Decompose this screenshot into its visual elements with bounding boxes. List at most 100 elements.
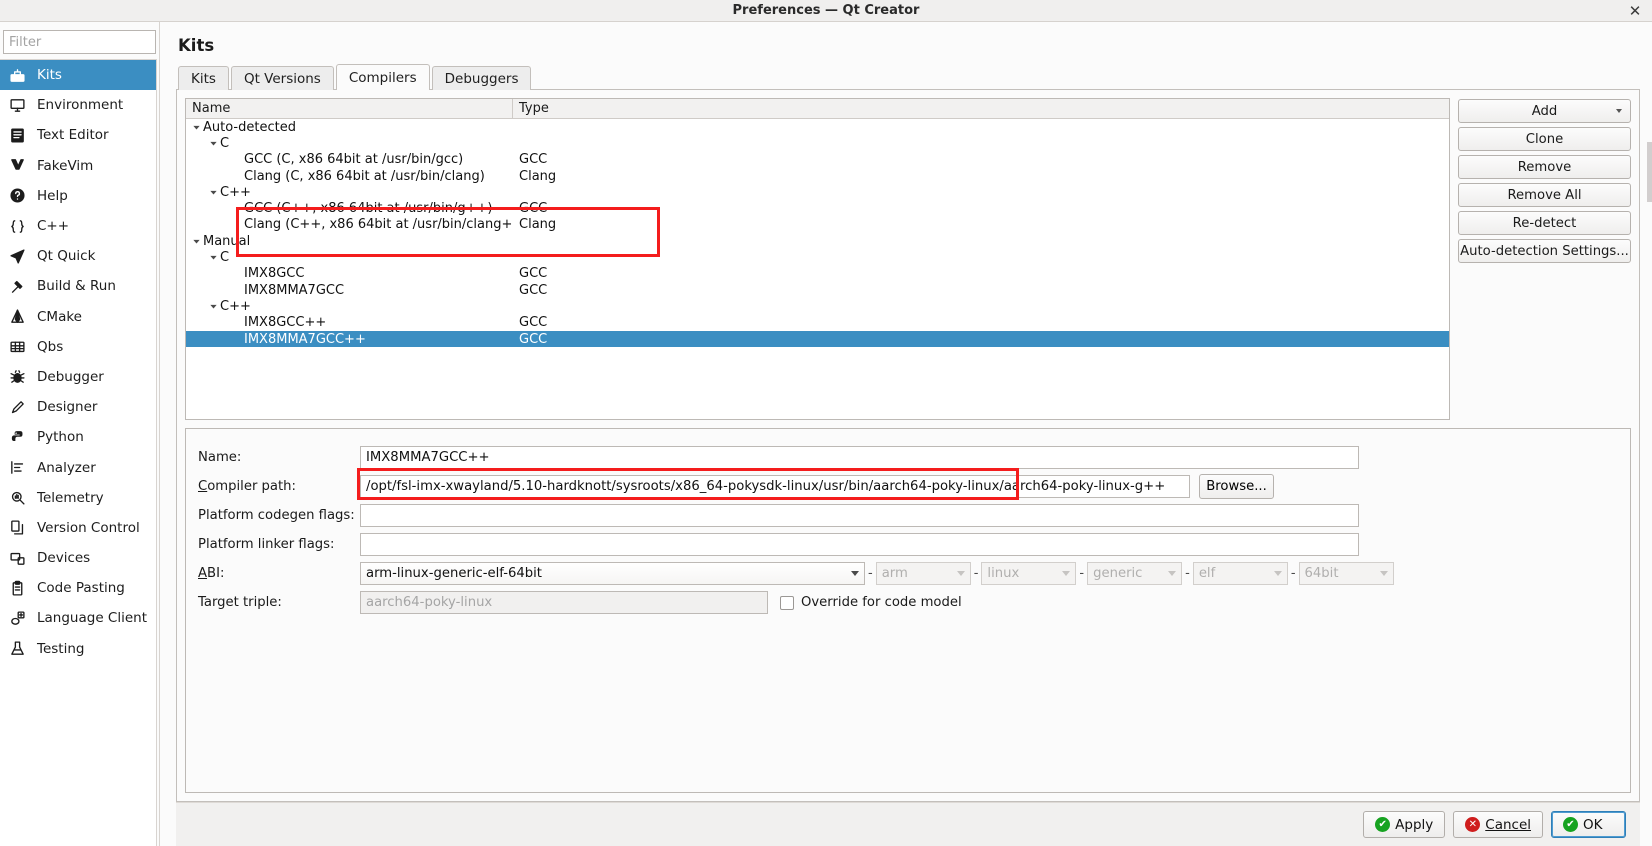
browse-button[interactable]: Browse...: [1199, 474, 1274, 499]
chevron-down-icon: [1273, 571, 1282, 576]
window-title: Preferences — Qt Creator: [732, 3, 920, 18]
tree-row-name-cell: C: [186, 250, 513, 265]
cancel-button[interactable]: ✕ Cancel: [1453, 811, 1543, 838]
tree-row-name: IMX8MMA7GCC++: [244, 331, 366, 347]
tree-row[interactable]: C++: [186, 184, 1449, 200]
chevron-down-icon: [1168, 571, 1177, 576]
tree-row[interactable]: Clang (C, x86 64bit at /usr/bin/clang) Cl…: [186, 168, 1449, 184]
tree-row-type: GCC: [519, 152, 548, 168]
sidebar-item-qbs[interactable]: Qbs: [0, 332, 156, 362]
window-scrollbar[interactable]: [1647, 22, 1652, 846]
platform-codegen-flags-field[interactable]: [360, 504, 1359, 527]
chevron-down-icon[interactable]: [191, 236, 201, 246]
tab-kits[interactable]: Kits: [178, 66, 229, 90]
tab-debuggers[interactable]: Debuggers: [431, 66, 532, 90]
sidebar-item-text-editor[interactable]: Text Editor: [0, 120, 156, 150]
braces-icon: [8, 217, 27, 236]
abi-part-select-0[interactable]: arm: [875, 562, 971, 585]
ok-button[interactable]: ✔ OK: [1551, 811, 1626, 838]
sidebar-item-designer[interactable]: Designer: [0, 392, 156, 422]
analyzer-icon: [8, 458, 27, 477]
testing-icon: [8, 639, 27, 658]
auto-detection-settings-button[interactable]: Auto-detection Settings...: [1458, 239, 1631, 263]
tree-row-name-cell: IMX8MMA7GCC: [186, 283, 513, 298]
abi-part-selects: - arm - linux - generic - elf -64bit: [865, 562, 1394, 585]
codegen-flags-row: Platform codegen flags:: [198, 501, 1616, 530]
settings-category-list[interactable]: Kits Environment Text Editor FakeVim Help C++…: [0, 59, 157, 846]
target-triple-field[interactable]: [360, 591, 768, 614]
tree-row[interactable]: C: [186, 249, 1449, 265]
tree-row[interactable]: GCC (C, x86 64bit at /usr/bin/gcc) GCC: [186, 152, 1449, 168]
sidebar-item-label: Telemetry: [37, 489, 104, 506]
close-icon[interactable]: ✕: [1626, 2, 1644, 20]
sidebar-item-python[interactable]: Python: [0, 422, 156, 452]
tree-row[interactable]: Clang (C++, x86 64bit at /usr/bin/clang+…: [186, 217, 1449, 233]
override-code-model-checkbox[interactable]: [780, 595, 794, 610]
filter-container: [0, 30, 159, 59]
tab-compilers[interactable]: Compilers: [335, 64, 430, 90]
abi-part-select-4[interactable]: 64bit: [1298, 562, 1394, 585]
apply-button[interactable]: ✔ Apply: [1363, 811, 1446, 838]
sidebar-item-testing[interactable]: Testing: [0, 634, 156, 664]
sidebar-item-devices[interactable]: Devices: [0, 543, 156, 573]
chevron-down-icon[interactable]: [208, 253, 218, 263]
abi-part-select-2[interactable]: generic: [1087, 562, 1183, 585]
sidebar-item-debugger[interactable]: Debugger: [0, 362, 156, 392]
sidebar-item-help[interactable]: Help: [0, 181, 156, 211]
abi-part-select-1[interactable]: linux: [981, 562, 1077, 585]
override-code-model-checkbox-wrap[interactable]: Override for code model: [780, 595, 962, 610]
tab-qt-versions[interactable]: Qt Versions: [230, 66, 334, 90]
tree-row[interactable]: IMX8MMA7GCC++ GCC: [186, 330, 1449, 348]
tree-row[interactable]: IMX8GCC++ GCC: [186, 315, 1449, 331]
scrollbar-thumb[interactable]: [1647, 142, 1652, 202]
tab-bar[interactable]: Kits Qt Versions Compilers Debuggers: [178, 64, 1640, 90]
qtquick-icon: [8, 247, 27, 266]
tree-row[interactable]: IMX8GCC GCC: [186, 266, 1449, 282]
remove-button[interactable]: Remove: [1458, 155, 1631, 179]
compiler-name-field[interactable]: [360, 446, 1359, 469]
abi-select[interactable]: arm-linux-generic-elf-64bit: [360, 562, 865, 585]
search-input[interactable]: [3, 30, 156, 54]
sidebar-item-kits[interactable]: Kits: [0, 60, 156, 91]
chevron-down-icon[interactable]: [191, 122, 201, 132]
chevron-down-icon[interactable]: [1616, 109, 1622, 113]
chevron-down-icon[interactable]: [208, 187, 218, 197]
chevron-down-icon[interactable]: [208, 301, 218, 311]
tree-row[interactable]: C: [186, 135, 1449, 151]
tree-row-name-cell: GCC (C, x86 64bit at /usr/bin/gcc): [186, 152, 513, 167]
redetect-button[interactable]: Re-detect: [1458, 211, 1631, 235]
platform-linker-flags-field[interactable]: [360, 533, 1359, 556]
sidebar-item-telemetry[interactable]: Telemetry: [0, 483, 156, 513]
compiler-path-field[interactable]: [360, 475, 1190, 498]
sidebar-item-language-client[interactable]: Language Client: [0, 603, 156, 633]
tree-row[interactable]: GCC (C++, x86 64bit at /usr/bin/g++) GCC: [186, 200, 1449, 216]
sidebar-item-label: C++: [37, 218, 70, 235]
sidebar-item-fakevim[interactable]: FakeVim: [0, 151, 156, 181]
sidebar-item-code-pasting[interactable]: Code Pasting: [0, 573, 156, 603]
sidebar-item-c[interactable]: C++: [0, 211, 156, 241]
sidebar-item-qt-quick[interactable]: Qt Quick: [0, 241, 156, 271]
clone-button[interactable]: Clone: [1458, 127, 1631, 151]
tab-label: Kits: [191, 70, 216, 87]
sidebar-item-environment[interactable]: Environment: [0, 90, 156, 120]
tree-row[interactable]: C++: [186, 298, 1449, 314]
chevron-down-icon[interactable]: [208, 138, 218, 148]
sidebar-item-analyzer[interactable]: Analyzer: [0, 452, 156, 482]
sidebar-item-version-control[interactable]: Version Control: [0, 513, 156, 543]
abi-part-value: arm: [881, 566, 908, 581]
compiler-path-label-rest: ompiler path:: [207, 479, 296, 494]
sidebar-item-cmake[interactable]: CMake: [0, 302, 156, 332]
add-button[interactable]: Add: [1458, 99, 1631, 123]
abi-part-select-3[interactable]: elf: [1192, 562, 1288, 585]
tree-row[interactable]: Auto-detected: [186, 119, 1449, 135]
sidebar-item-label: Kits: [37, 67, 62, 84]
tree-row-type: Clang: [519, 168, 557, 184]
remove-all-button[interactable]: Remove All: [1458, 183, 1631, 207]
sidebar-item-build-run[interactable]: Build & Run: [0, 271, 156, 301]
tree-row-name-cell: IMX8GCC++: [186, 315, 513, 330]
compiler-path-row: Compiler path: Browse...: [198, 468, 1616, 501]
tree-row[interactable]: IMX8MMA7GCC GCC: [186, 282, 1449, 298]
text-editor-icon: [8, 126, 27, 145]
compilers-tree[interactable]: Name Type Auto-detected C GCC (C, x86 64bi…: [185, 98, 1450, 420]
tree-row[interactable]: Manual: [186, 233, 1449, 249]
